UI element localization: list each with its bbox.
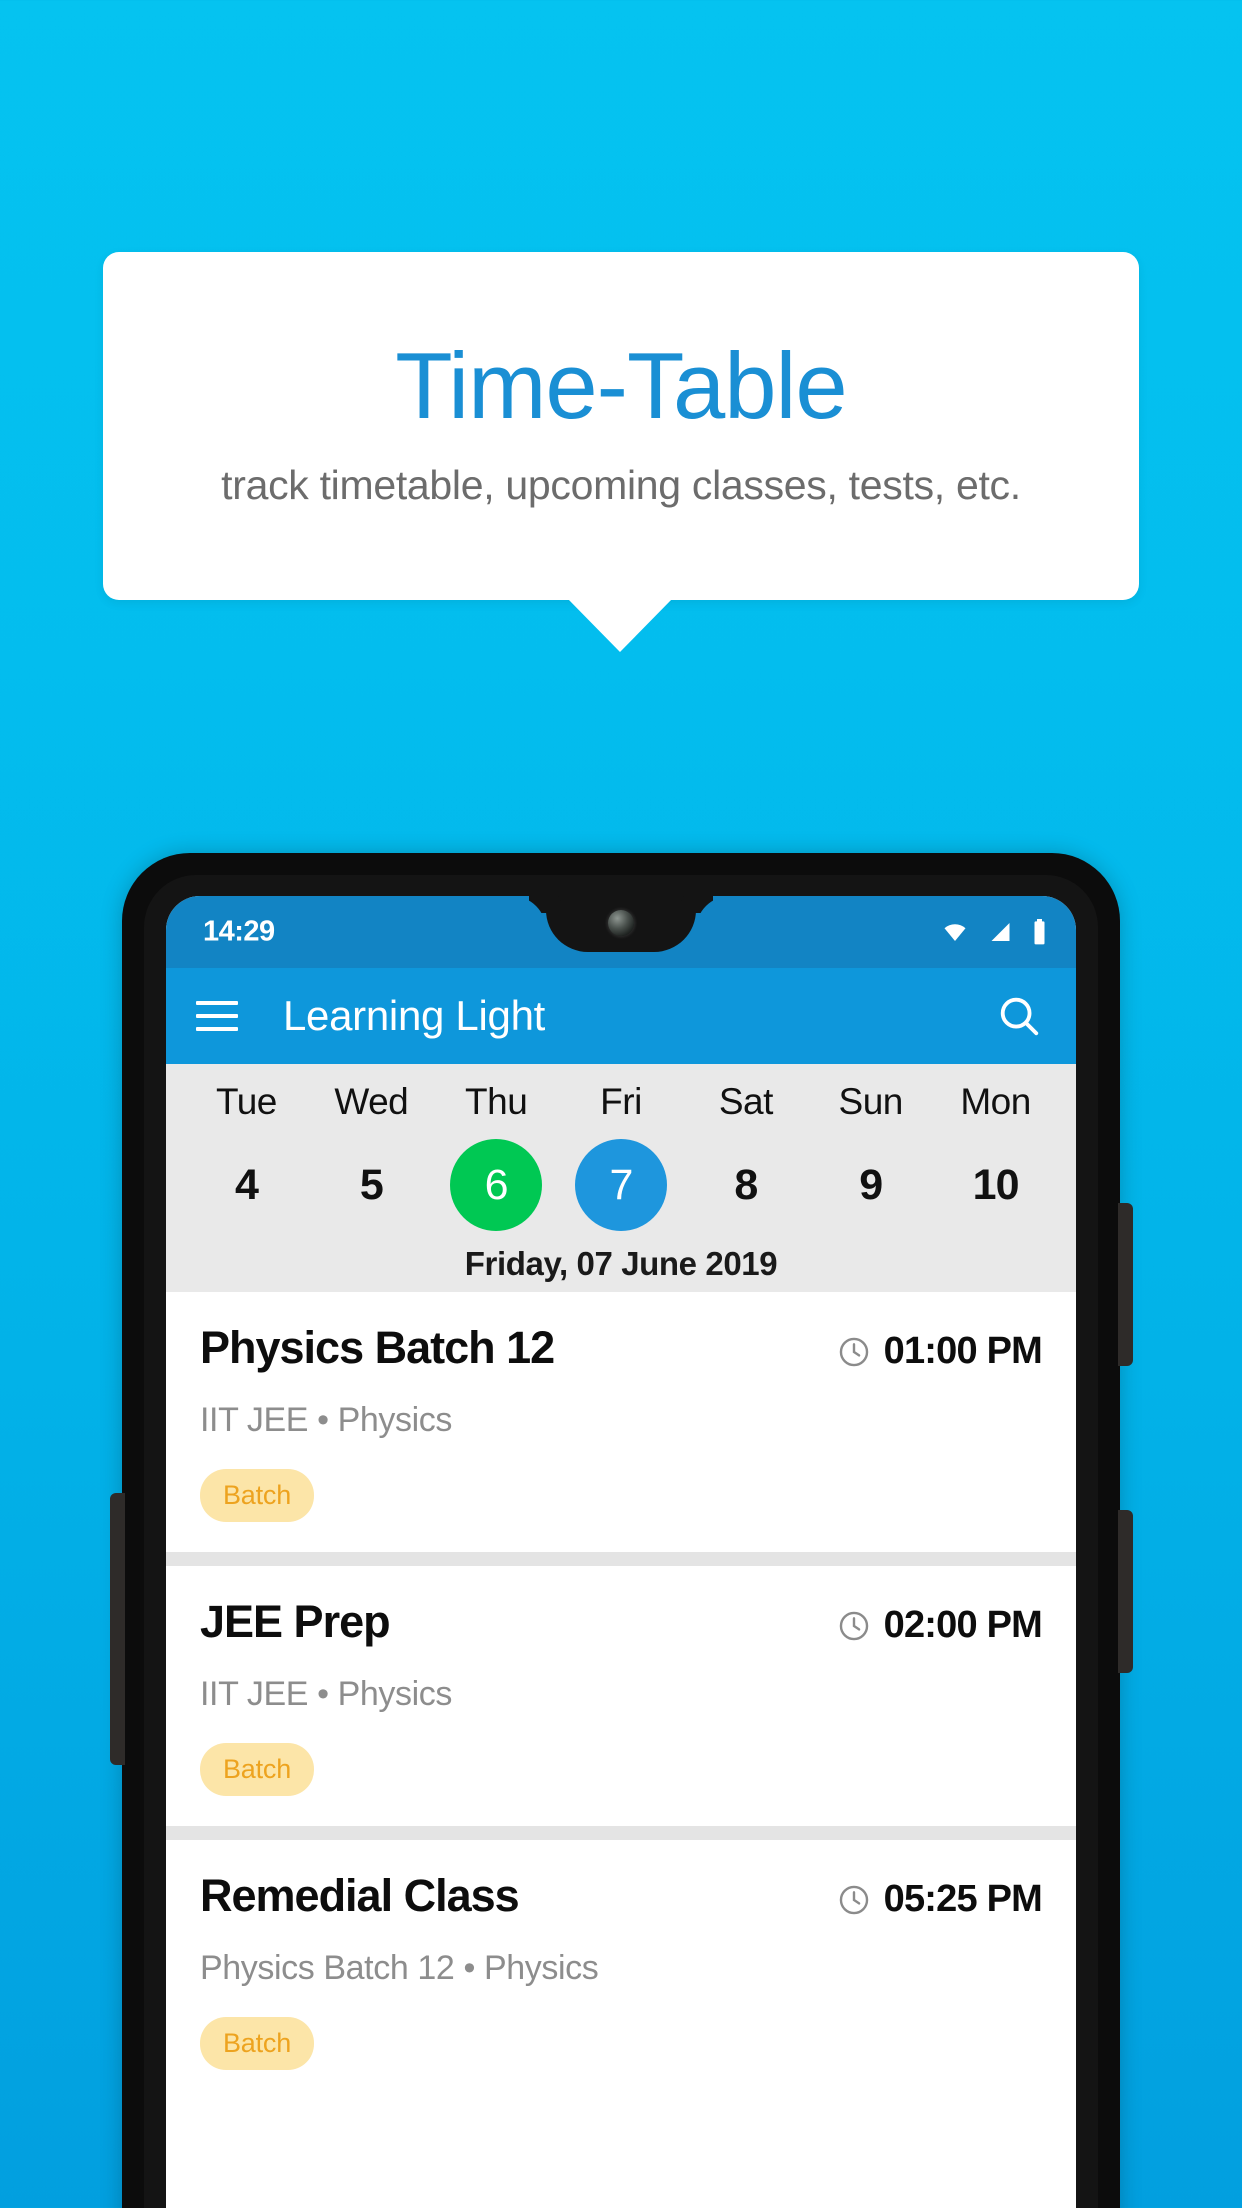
app-title: Learning Light (283, 992, 546, 1039)
phone-screen: 14:29 Learning Light Tue 4 Wed 5 Thu 6 F… (166, 896, 1076, 2208)
day-number-badge: 5 (325, 1139, 417, 1231)
day-number-badge: 4 (200, 1139, 292, 1231)
day-cell-fri[interactable]: Fri 7 (559, 1081, 684, 1231)
class-time: 02:00 PM (883, 1604, 1043, 1646)
class-card-header: Remedial Class 05:25 PM (200, 1870, 1043, 1921)
day-cell-wed[interactable]: Wed 5 (309, 1081, 434, 1231)
selected-date-label: Friday, 07 June 2019 (464, 1245, 778, 1282)
day-number-label: 8 (734, 1160, 758, 1209)
class-subtitle: IIT JEE • Physics (200, 1401, 452, 1439)
day-number-label: 6 (484, 1160, 509, 1209)
status-bar-icons (940, 919, 1048, 945)
clock-icon (839, 1885, 868, 1914)
day-number-badge: 9 (825, 1139, 917, 1231)
page-subtitle: track timetable, upcoming classes, tests… (221, 461, 1021, 508)
day-name-label: Mon (960, 1081, 1031, 1122)
day-selector-row: Tue 4 Wed 5 Thu 6 Fri 7 Sat 8 Sun 9 Mon 10 (166, 1081, 1076, 1231)
status-bar-clock: 14:29 (203, 915, 275, 948)
day-name-label: Wed (334, 1081, 409, 1122)
day-cell-sat[interactable]: Sat 8 (683, 1081, 808, 1231)
class-time: 05:25 PM (883, 1878, 1043, 1920)
day-number-label: 9 (859, 1160, 883, 1209)
hamburger-menu-icon[interactable] (196, 1001, 238, 1031)
day-number-badge: 10 (950, 1139, 1042, 1231)
day-number-label: 10 (972, 1160, 1020, 1209)
cellular-signal-icon (991, 923, 1010, 941)
battery-icon (1034, 919, 1045, 945)
class-title: Physics Batch 12 (200, 1322, 555, 1373)
day-name-label: Fri (600, 1081, 642, 1122)
phone-power-button[interactable] (1118, 1203, 1133, 1366)
day-number-label: 5 (359, 1160, 384, 1209)
day-number-badge: 6 (450, 1139, 543, 1231)
class-subtitle: IIT JEE • Physics (200, 1675, 452, 1713)
class-card-header: JEE Prep 02:00 PM (200, 1596, 1043, 1647)
day-number-label: 7 (609, 1160, 634, 1209)
promo-bubble: Time-Table track timetable, upcoming cla… (103, 252, 1139, 600)
phone-notch (546, 896, 696, 952)
day-name-label: Thu (465, 1081, 528, 1122)
day-number-label: 4 (234, 1160, 259, 1209)
class-time-group: 05:25 PM (837, 1872, 1043, 1921)
class-type-badge: Batch (200, 1469, 315, 1522)
day-cell-thu[interactable]: Thu 6 (434, 1081, 559, 1231)
clock-icon (839, 1611, 868, 1640)
class-card[interactable]: Physics Batch 12 01:00 PM IIT JEE • Physic… (166, 1292, 1076, 1552)
clock-icon (839, 1337, 868, 1366)
day-number-badge: 7 (575, 1139, 667, 1231)
class-time-group: 01:00 PM (837, 1324, 1043, 1373)
class-title: Remedial Class (200, 1870, 520, 1921)
bubble-tail (567, 598, 673, 652)
class-card-header: Physics Batch 12 01:00 PM (200, 1322, 1043, 1373)
day-name-label: Sun (838, 1081, 904, 1122)
class-type-badge: Batch (200, 2017, 315, 2070)
page-title: Time-Table (395, 333, 847, 439)
class-type-badge: Batch (200, 1743, 315, 1796)
day-cell-mon[interactable]: Mon 10 (933, 1081, 1058, 1231)
class-list[interactable]: Physics Batch 12 01:00 PM IIT JEE • Physic… (166, 1292, 1076, 2100)
class-title: JEE Prep (200, 1596, 391, 1647)
day-cell-tue[interactable]: Tue 4 (184, 1081, 309, 1231)
search-icon[interactable] (996, 993, 1042, 1039)
day-name-label: Sat (718, 1081, 774, 1122)
class-card[interactable]: JEE Prep 02:00 PM IIT JEE • Physics Batch (166, 1566, 1076, 1826)
class-time: 01:00 PM (883, 1330, 1043, 1372)
wifi-icon (944, 924, 966, 941)
day-name-label: Tue (215, 1081, 277, 1122)
date-strip: Tue 4 Wed 5 Thu 6 Fri 7 Sat 8 Sun 9 Mon 10 Friday, 07… (166, 1064, 1076, 1292)
day-cell-sun[interactable]: Sun 9 (808, 1081, 933, 1231)
day-number-badge: 8 (700, 1139, 792, 1231)
phone-volume-button-left[interactable] (110, 1493, 125, 1765)
app-bar: Learning Light (166, 968, 1076, 1064)
class-card[interactable]: Remedial Class 05:25 PM Physics Batch 12 •… (166, 1840, 1076, 2100)
front-camera-icon (608, 910, 634, 936)
phone-volume-button-right[interactable] (1118, 1510, 1133, 1673)
class-subtitle: Physics Batch 12 • Physics (200, 1949, 599, 1987)
status-bar: 14:29 (166, 896, 1076, 968)
class-time-group: 02:00 PM (837, 1598, 1043, 1647)
